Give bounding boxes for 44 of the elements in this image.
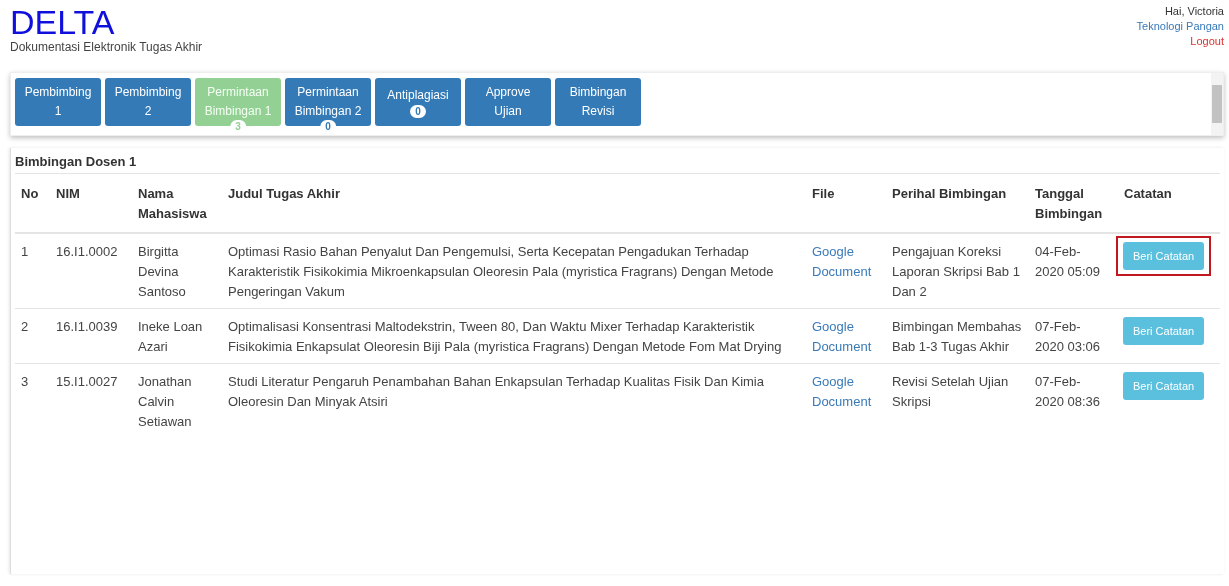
tab[interactable]: Approve Ujian [465,78,551,126]
document-link[interactable]: Google Document [812,242,880,282]
count-badge: 0 [320,120,336,133]
document-link[interactable]: Google Document [812,317,880,357]
table-cell: 15.I1.0027 [56,374,118,389]
column-header: Judul Tugas Akhir [228,186,340,201]
table-cell: Revisi Setelah Ujian Skripsi [892,374,1009,409]
logout-link[interactable]: Logout [1190,34,1224,49]
table-cell: 1 [21,244,29,259]
count-badge: 0 [410,105,426,118]
greeting: Hai, Victoria [1164,4,1224,19]
table-cell: 3 [21,374,29,389]
table-cell: Pengajuan Koreksi Laporan Skripsi Bab 1 Dan 2 [892,244,1020,299]
table-title: Bimbingan Dosen 1 [15,154,1220,174]
table-cell: Optimalisasi Konsentrasi Maltodekstrin, Tween 80, Dan Waktu Mixer Terhadap Karakteristik Fisikokimia Enkapsulat Oleoresin Biji Pala (myristica Fragrans) Dengan Metode Fom Mat Drying [228,319,782,354]
app-subtitle: Dokumentasi Elektronik Tugas Akhir [10,40,203,54]
document-link[interactable]: Google Document [812,372,880,412]
table-cell-text: 07-Feb-2020 08:36 [1035,373,1101,411]
column-header: Perihal Bimbingan [892,186,1007,201]
table-cell: Bimbingan Membahas Bab 1-3 Tugas Akhir [892,319,1022,354]
logo: DELTA [10,4,116,40]
column-header: Nama Mahasiswa [138,186,207,221]
table-cell-text: 07-Feb-2020 03:06 [1035,318,1101,356]
scrollbar[interactable] [1211,73,1223,135]
table-cell: Jonathan Calvin Setiawan [138,374,192,429]
table-cell: Birgitta Devina Santoso [138,244,186,299]
column-header: NIM [56,186,80,201]
column-header: File [812,186,835,201]
tab[interactable]: Bimbingan Revisi [555,78,641,126]
table-cell: Studi Literatur Pengaruh Penambahan Bahan Enkapsulan Terhadap Kualitas Fisik Dan Kimia Oleoresin Dan Minyak Atsiri [228,374,764,409]
tab[interactable]: Pembimbing 1 [15,78,101,126]
department-link[interactable]: Teknologi Pangan [1136,19,1224,34]
table-cell: 2 [21,319,29,334]
table-cell-text: 04-Feb-2020 05:09 [1035,243,1101,281]
tab[interactable]: Antiplagiasi 0 [375,78,461,126]
table-cell: 16.I1.0002 [56,244,118,259]
count-badge: 3 [230,120,246,133]
column-header: No [21,186,39,201]
table-cell: 16.I1.0039 [56,319,118,334]
column-header: Catatan [1124,186,1172,201]
table-cell: Optimasi Rasio Bahan Penyalut Dan Pengemulsi, Serta Kecepatan Pengadukan Terhadap Karakteristik Fisikokimia Mikroenkapsulan Oleoresin Pala (myristica Fragrans) Dengan Metode Pengeringan Vakum [228,244,774,299]
tab[interactable]: Pembimbing 2 [105,78,191,126]
table-cell: Ineke Loan Azari [138,319,203,354]
column-header: Tanggal Bimbingan [1035,186,1103,221]
